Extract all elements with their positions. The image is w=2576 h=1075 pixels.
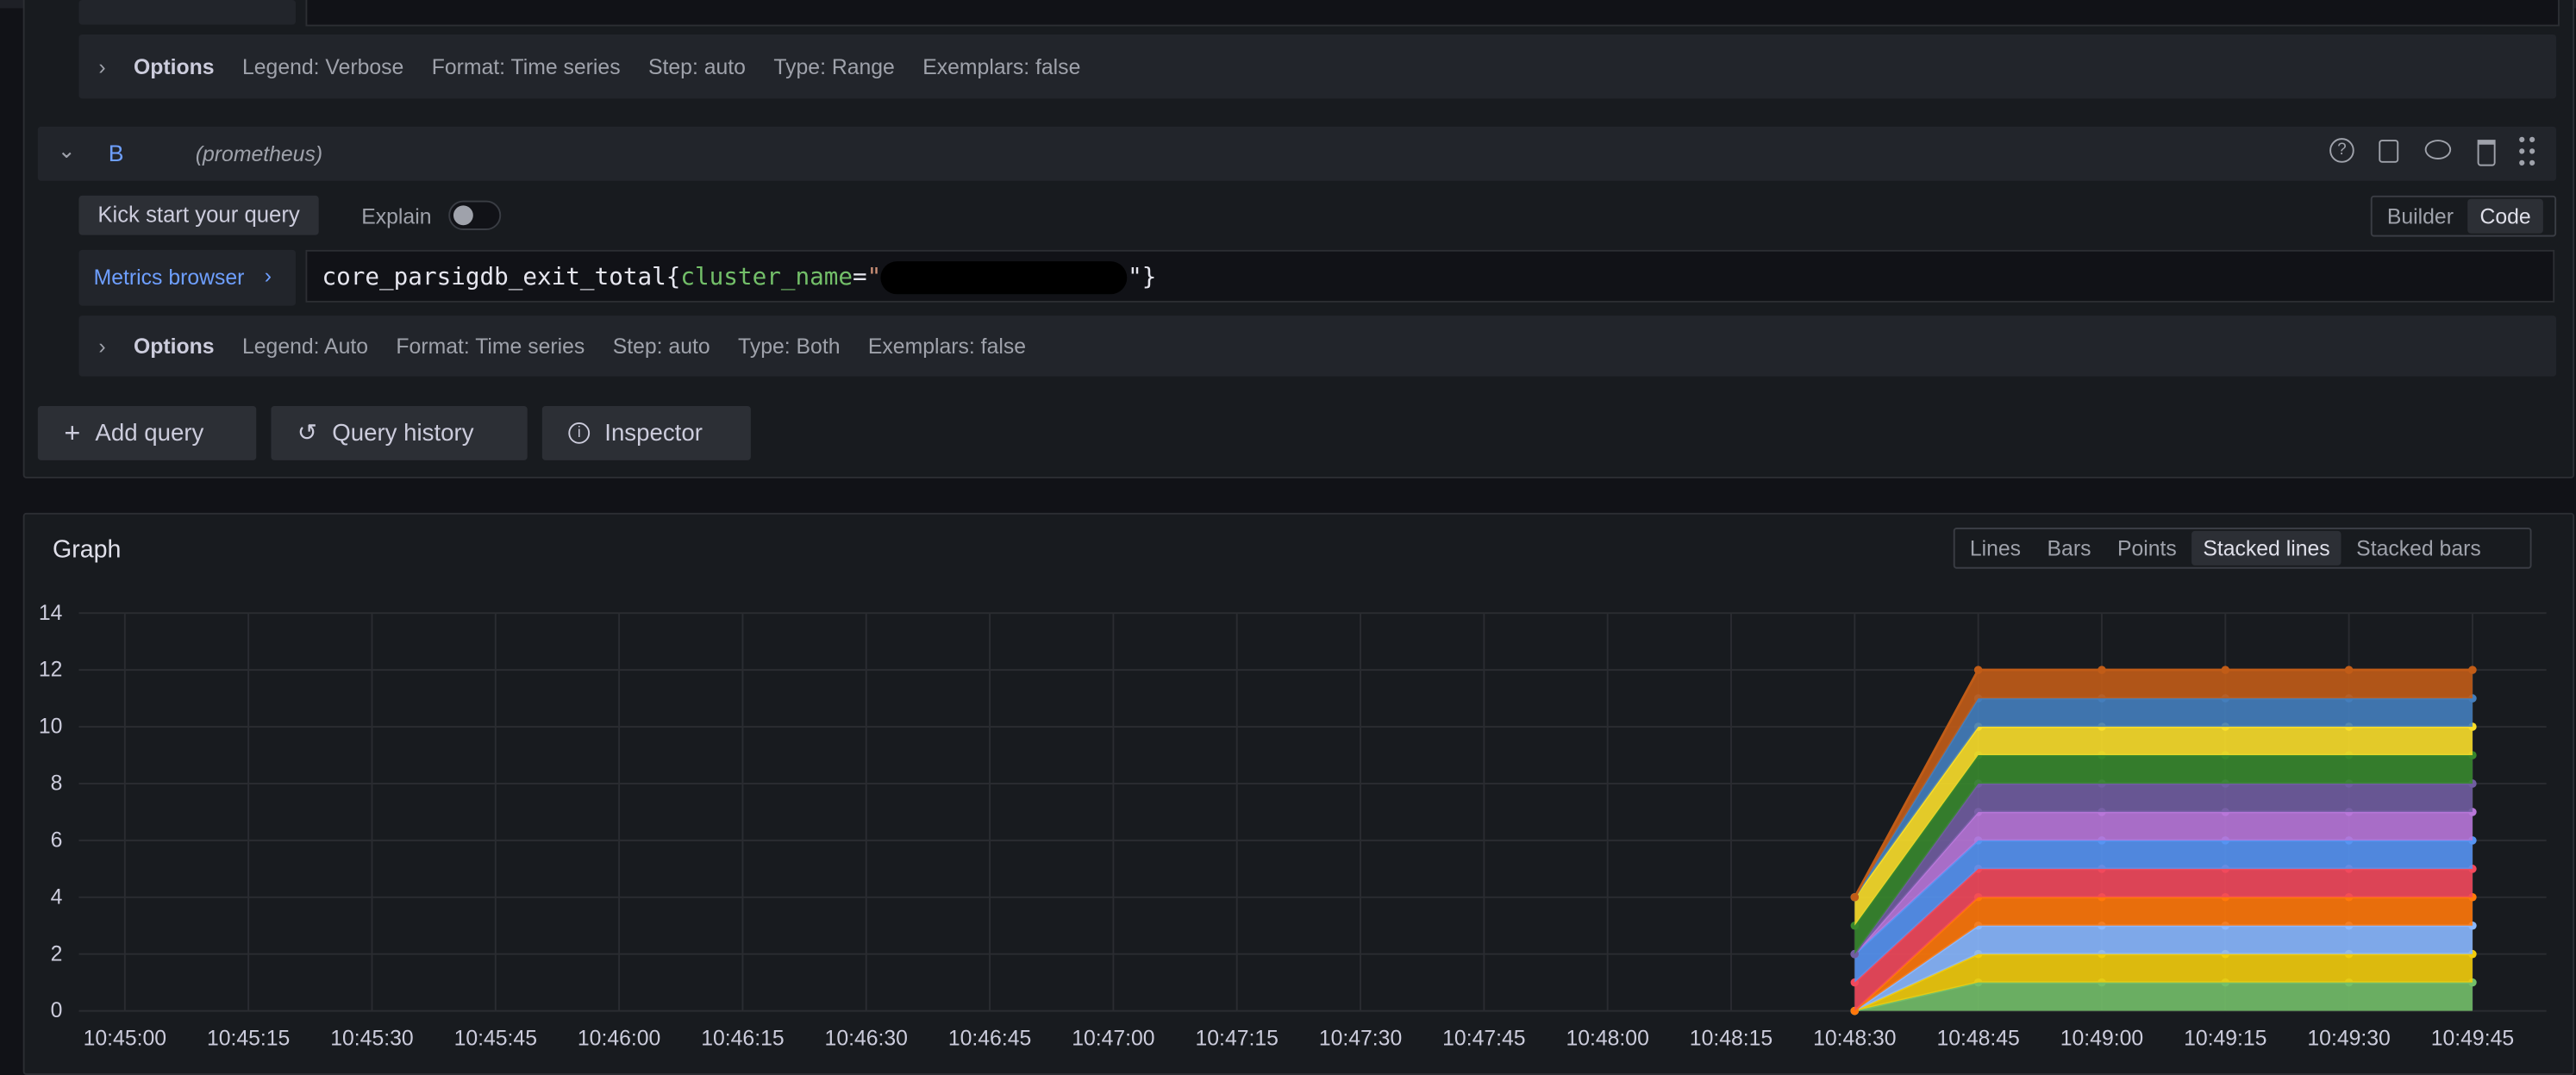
x-tick-label: 10:45:15: [207, 1028, 290, 1051]
x-tick-label: 10:45:30: [330, 1028, 413, 1051]
y-tick-label: 8: [51, 772, 63, 796]
x-tick-label: 10:48:00: [1566, 1028, 1648, 1051]
series-point-12: [2468, 666, 2477, 674]
stacked-lines-chart: 0 2 4 6 8 10 12 14 10:45:00 10:45:15 10:45:30 10:45…: [39, 602, 2547, 1051]
x-tick-label: 10:46:15: [701, 1028, 784, 1051]
series-point-12: [2098, 666, 2106, 674]
x-tick-label: 10:46:00: [578, 1028, 660, 1051]
x-tick-label: 10:47:45: [1442, 1028, 1525, 1051]
x-tick-label: 10:49:00: [2060, 1028, 2143, 1051]
x-tick-label: 10:49:45: [2431, 1028, 2514, 1051]
y-tick-label: 12: [39, 659, 63, 682]
x-tick-label: 10:47:15: [1196, 1028, 1279, 1051]
series-point-12: [1850, 893, 1860, 902]
y-tick-label: 2: [51, 942, 63, 966]
x-tick-label: 10:48:15: [1690, 1028, 1773, 1051]
x-tick-label: 10:49:15: [2184, 1028, 2267, 1051]
x-tick-label: 10:45:00: [84, 1028, 166, 1051]
series-point-12: [2221, 666, 2230, 674]
x-tick-label: 10:48:30: [1813, 1028, 1896, 1051]
y-tick-label: 10: [39, 716, 63, 739]
y-tick-label: 14: [39, 602, 63, 625]
x-tick-label: 10:47:00: [1072, 1028, 1154, 1051]
y-tick-label: 0: [51, 999, 63, 1022]
x-tick-label: 10:48:45: [1936, 1028, 2019, 1051]
x-tick-label: 10:47:30: [1319, 1028, 1402, 1051]
x-tick-label: 10:45:45: [454, 1028, 537, 1051]
y-tick-label: 4: [51, 885, 63, 909]
series-point-12: [1973, 666, 1983, 674]
y-tick-label: 6: [51, 828, 63, 852]
x-tick-label: 10:46:45: [948, 1028, 1031, 1051]
series-point-12: [2344, 666, 2354, 674]
x-tick-label: 10:49:30: [2307, 1028, 2390, 1051]
x-tick-label: 10:46:30: [825, 1028, 908, 1051]
